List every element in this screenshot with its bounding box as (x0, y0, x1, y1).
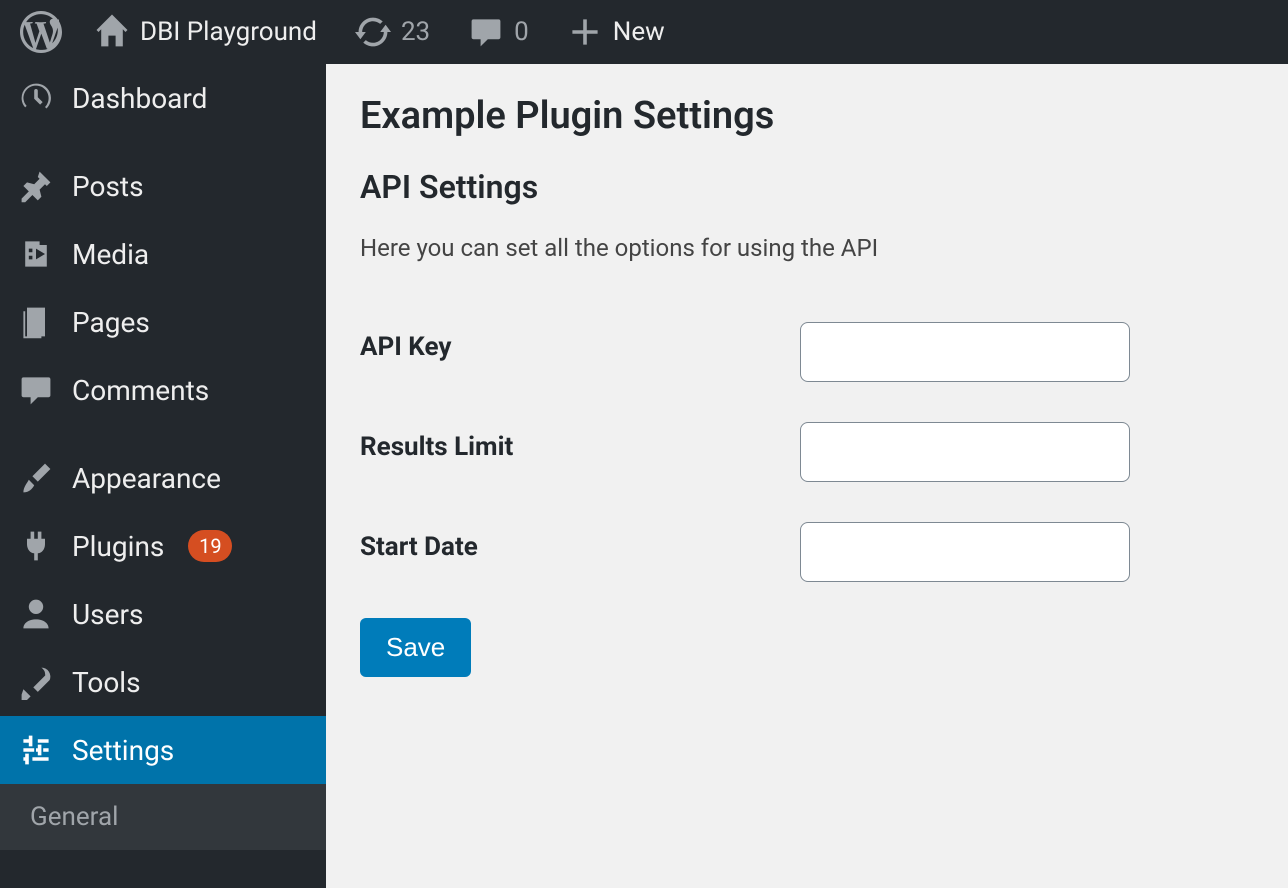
sidebar-label: Posts (72, 170, 144, 203)
sidebar-item-media[interactable]: Media (0, 220, 326, 288)
section-description: Here you can set all the options for usi… (360, 234, 1254, 262)
sidebar-item-settings[interactable]: Settings (0, 716, 326, 784)
wordpress-logo[interactable] (10, 0, 72, 64)
admin-sidebar: Dashboard Posts Media Pages Comments App… (0, 64, 326, 888)
adminbar-new[interactable]: New (551, 0, 681, 64)
settings-submenu: General (0, 784, 326, 850)
sidebar-label: Plugins (72, 530, 164, 563)
sidebar-label: Comments (72, 374, 209, 407)
sidebar-item-posts[interactable]: Posts (0, 152, 326, 220)
settings-form-table: API Key Results Limit Start Date (360, 302, 1254, 602)
plus-icon (567, 14, 603, 50)
pin-icon (18, 168, 54, 204)
sidebar-label: Tools (72, 666, 141, 699)
sidebar-label: Media (72, 238, 149, 271)
sidebar-label: Appearance (72, 462, 221, 495)
adminbar-site-name: DBI Playground (140, 17, 317, 47)
brush-icon (18, 460, 54, 496)
home-icon (94, 14, 130, 50)
admin-bar: DBI Playground 23 0 New (0, 0, 1288, 64)
page-title: Example Plugin Settings (360, 94, 1254, 138)
sidebar-label: Users (72, 598, 143, 631)
adminbar-comments[interactable]: 0 (452, 0, 545, 64)
sidebar-item-plugins[interactable]: Plugins 19 (0, 512, 326, 580)
main-content: Example Plugin Settings API Settings Her… (326, 64, 1288, 888)
sidebar-item-dashboard[interactable]: Dashboard (0, 64, 326, 132)
sidebar-item-comments[interactable]: Comments (0, 356, 326, 424)
plugin-icon (18, 528, 54, 564)
adminbar-updates-count: 23 (401, 17, 430, 47)
sidebar-item-users[interactable]: Users (0, 580, 326, 648)
sidebar-item-pages[interactable]: Pages (0, 288, 326, 356)
update-icon (355, 14, 391, 50)
input-api-key[interactable] (800, 322, 1130, 382)
sidebar-label: Settings (72, 734, 174, 767)
plugins-count-badge: 19 (188, 530, 232, 562)
sidebar-item-tools[interactable]: Tools (0, 648, 326, 716)
wrench-icon (18, 664, 54, 700)
pages-icon (18, 304, 54, 340)
label-results-limit: Results Limit (360, 402, 800, 502)
adminbar-site-link[interactable]: DBI Playground (78, 0, 333, 64)
adminbar-new-label: New (613, 17, 665, 47)
comment-icon (468, 14, 504, 50)
dashboard-icon (18, 80, 54, 116)
label-api-key: API Key (360, 302, 800, 402)
sidebar-label: Dashboard (72, 82, 207, 115)
media-icon (18, 236, 54, 272)
input-results-limit[interactable] (800, 422, 1130, 482)
input-start-date[interactable] (800, 522, 1130, 582)
adminbar-comments-count: 0 (514, 17, 529, 47)
section-title: API Settings (360, 168, 1254, 206)
comment-icon (18, 372, 54, 408)
sidebar-item-appearance[interactable]: Appearance (0, 444, 326, 512)
submenu-item-general[interactable]: General (0, 784, 326, 850)
save-button[interactable]: Save (360, 618, 471, 677)
label-start-date: Start Date (360, 502, 800, 602)
adminbar-updates[interactable]: 23 (339, 0, 446, 64)
sliders-icon (18, 732, 54, 768)
user-icon (18, 596, 54, 632)
sidebar-label: Pages (72, 306, 150, 339)
